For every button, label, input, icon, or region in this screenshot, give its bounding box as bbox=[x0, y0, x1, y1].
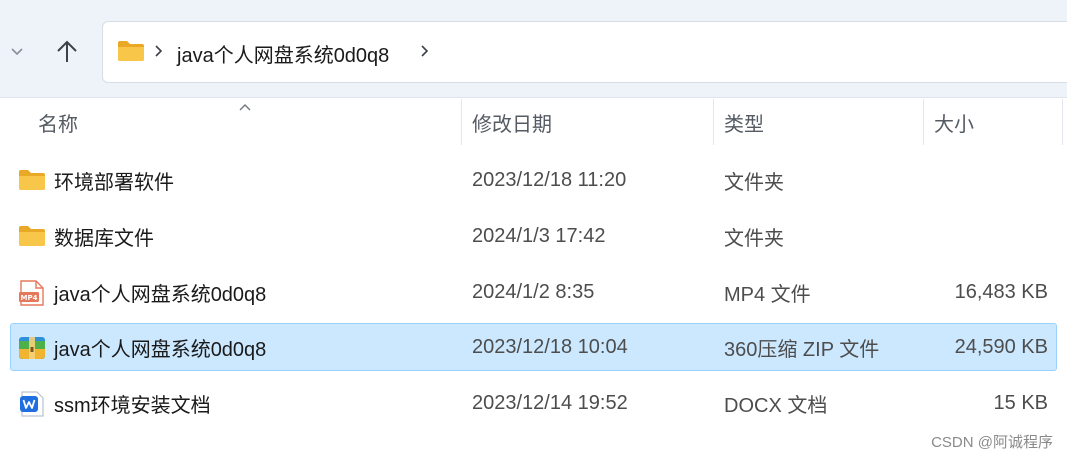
file-type: MP4 文件 bbox=[724, 283, 811, 306]
column-divider[interactable] bbox=[461, 99, 462, 145]
file-date: 2024/1/2 8:35 bbox=[472, 280, 595, 303]
file-size: 16,483 KB bbox=[954, 280, 1048, 303]
column-header-name[interactable]: 名称 bbox=[38, 99, 78, 145]
file-size: 24,590 KB bbox=[954, 335, 1048, 358]
column-divider[interactable] bbox=[923, 99, 924, 145]
breadcrumb-chevron-icon[interactable] bbox=[153, 44, 163, 63]
file-date: 2024/1/3 17:42 bbox=[472, 224, 606, 247]
watermark-text: CSDN @阿诚程序 bbox=[931, 434, 1053, 451]
file-date: 2023/12/14 19:52 bbox=[472, 391, 628, 414]
file-row[interactable]: 环境部署软件 2023/12/18 11:20 文件夹 bbox=[10, 156, 1057, 204]
file-name: 环境部署软件 bbox=[54, 171, 174, 194]
file-row[interactable]: MP4 java个人网盘系统0d0q8 2024/1/2 8:35 MP4 文件… bbox=[10, 268, 1057, 316]
file-row[interactable]: ssm环境安装文档 2023/12/14 19:52 DOCX 文档 15 KB bbox=[10, 379, 1057, 427]
file-type: DOCX 文档 bbox=[724, 394, 828, 417]
column-header-date[interactable]: 修改日期 bbox=[472, 99, 552, 145]
mp4-file-icon: MP4 bbox=[18, 280, 46, 306]
file-type: 文件夹 bbox=[724, 227, 784, 250]
column-divider[interactable] bbox=[1062, 99, 1063, 145]
file-name: 数据库文件 bbox=[54, 227, 154, 250]
column-header-size[interactable]: 大小 bbox=[934, 99, 974, 145]
file-date: 2023/12/18 10:04 bbox=[472, 335, 628, 358]
folder-icon bbox=[18, 224, 46, 250]
zip-archive-icon bbox=[18, 335, 46, 361]
file-name: java个人网盘系统0d0q8 bbox=[54, 338, 267, 361]
column-header: 名称 修改日期 类型 大小 bbox=[0, 99, 1067, 145]
address-bar[interactable]: java个人网盘系统0d0q8 bbox=[102, 21, 1067, 83]
file-row-selected[interactable]: java个人网盘系统0d0q8 2023/12/18 10:04 360压缩 Z… bbox=[10, 323, 1057, 371]
navigation-toolbar: java个人网盘系统0d0q8 bbox=[0, 0, 1067, 98]
recent-locations-chevron-icon[interactable] bbox=[6, 38, 28, 66]
file-row[interactable]: 数据库文件 2024/1/3 17:42 文件夹 bbox=[10, 212, 1057, 260]
file-date: 2023/12/18 11:20 bbox=[472, 168, 627, 191]
wps-document-icon bbox=[18, 391, 46, 417]
file-type: 文件夹 bbox=[724, 171, 784, 194]
sort-ascending-icon bbox=[238, 99, 252, 117]
file-size: 15 KB bbox=[993, 391, 1048, 414]
folder-icon bbox=[117, 40, 145, 67]
up-arrow-icon[interactable] bbox=[50, 35, 84, 69]
breadcrumb-current-folder[interactable]: java个人网盘系统0d0q8 bbox=[177, 39, 389, 68]
svg-text:MP4: MP4 bbox=[21, 294, 38, 302]
file-type: 360压缩 ZIP 文件 bbox=[724, 338, 880, 361]
breadcrumb-chevron-icon[interactable] bbox=[419, 44, 429, 63]
column-divider[interactable] bbox=[713, 99, 714, 145]
file-name: java个人网盘系统0d0q8 bbox=[54, 283, 267, 306]
file-name: ssm环境安装文档 bbox=[54, 394, 211, 417]
folder-icon bbox=[18, 168, 46, 194]
column-header-type[interactable]: 类型 bbox=[724, 99, 764, 145]
